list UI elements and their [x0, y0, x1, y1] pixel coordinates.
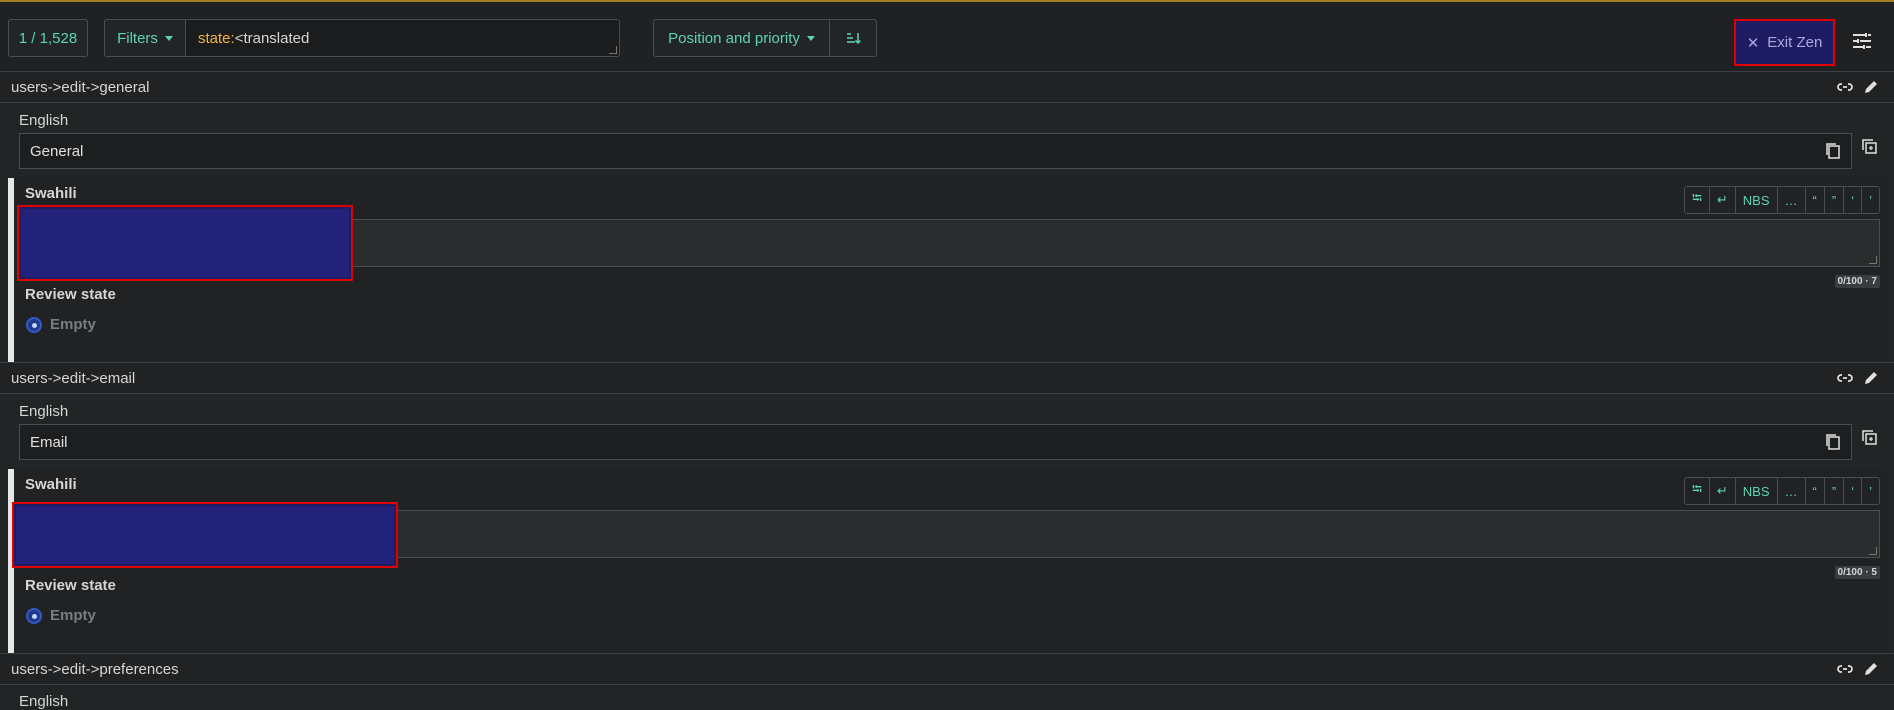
exit-zen-button[interactable]: ✕ Exit Zen — [1734, 19, 1835, 66]
link-icon[interactable] — [1836, 78, 1854, 96]
source-block: English General — [8, 104, 1886, 176]
highlighted-input-region[interactable] — [12, 502, 398, 568]
clone-icon[interactable] — [1861, 429, 1879, 447]
source-text: Email — [30, 434, 68, 451]
settings-tune-icon[interactable] — [1851, 30, 1873, 52]
resize-handle-icon[interactable] — [1869, 547, 1877, 555]
source-text-box: General — [19, 133, 1852, 169]
char-counter: 0/100 · 7 — [1834, 275, 1880, 288]
right-single-quote-button[interactable]: ’ — [1862, 478, 1879, 504]
edit-pencil-icon[interactable] — [1862, 369, 1880, 387]
tab-char-button[interactable]: ⭾ — [1685, 187, 1710, 213]
edit-pencil-icon[interactable] — [1862, 660, 1880, 678]
source-language: English — [19, 693, 69, 710]
left-single-quote-button[interactable]: ‘ — [1844, 478, 1863, 504]
source-text: General — [30, 143, 84, 160]
nbsp-button[interactable]: NBS — [1736, 478, 1778, 504]
unit-key[interactable]: users->edit->general — [11, 79, 149, 96]
chevron-down-icon — [806, 35, 815, 41]
translation-block: Swahili ⭾ ↵ NBS … “ ” ‘ ’ 0/100 · 7 Revi… — [8, 178, 1886, 362]
source-language: English — [19, 112, 69, 129]
target-language: Swahili — [25, 185, 77, 202]
tab-char-button[interactable]: ⭾ — [1685, 478, 1710, 504]
highlight-fill — [21, 209, 349, 277]
clone-icon[interactable] — [1861, 138, 1879, 156]
resize-handle-icon[interactable] — [1869, 256, 1877, 264]
exit-zen-label: Exit Zen — [1767, 34, 1823, 51]
char-counter: 0/100 · 5 — [1834, 566, 1880, 579]
highlight-fill — [16, 506, 394, 564]
left-double-quote-button[interactable]: “ — [1806, 478, 1825, 504]
review-radio[interactable] — [26, 608, 42, 624]
sort-label: Position and priority — [668, 29, 800, 47]
filters-button[interactable]: Filters — [104, 19, 186, 57]
target-language: Swahili — [25, 476, 77, 493]
sort-direction-button[interactable] — [829, 19, 877, 57]
right-double-quote-button[interactable]: ” — [1825, 187, 1845, 213]
unit-header: users->edit->preferences — [0, 653, 1894, 685]
link-icon[interactable] — [1836, 369, 1854, 387]
unit-header: users->edit->email — [0, 362, 1894, 394]
right-double-quote-button[interactable]: ” — [1825, 478, 1845, 504]
edit-pencil-icon[interactable] — [1862, 78, 1880, 96]
right-single-quote-button[interactable]: ’ — [1862, 187, 1879, 213]
source-block: English Email — [8, 395, 1886, 467]
source-text-box: Email — [19, 424, 1852, 460]
review-state-label: Review state — [25, 286, 116, 303]
review-state-label: Review state — [25, 577, 116, 594]
special-chars-toolbar: ⭾ ↵ NBS … “ ” ‘ ’ — [1684, 186, 1880, 214]
copy-icon[interactable] — [1825, 142, 1841, 160]
ellipsis-button[interactable]: … — [1778, 187, 1806, 213]
unit-key[interactable]: users->edit->email — [11, 370, 135, 387]
copy-icon[interactable] — [1825, 433, 1841, 451]
review-option-label: Empty — [50, 607, 96, 624]
chevron-down-icon — [164, 35, 173, 41]
sort-ascending-icon — [847, 33, 861, 45]
filters-label: Filters — [117, 29, 158, 47]
newline-char-button[interactable]: ↵ — [1710, 478, 1736, 504]
review-radio[interactable] — [26, 317, 42, 333]
sort-button[interactable]: Position and priority — [653, 19, 830, 57]
left-double-quote-button[interactable]: “ — [1806, 187, 1825, 213]
review-option-label: Empty — [50, 316, 96, 333]
newline-char-button[interactable]: ↵ — [1710, 187, 1736, 213]
position-counter[interactable]: 1 / 1,528 — [8, 19, 88, 57]
search-query-input[interactable]: state:<translated — [185, 19, 620, 57]
special-chars-toolbar: ⭾ ↵ NBS … “ ” ‘ ’ — [1684, 477, 1880, 505]
source-language: English — [19, 403, 69, 420]
unit-header: users->edit->general — [0, 71, 1894, 103]
unit-key[interactable]: users->edit->preferences — [11, 661, 179, 678]
ellipsis-button[interactable]: … — [1778, 478, 1806, 504]
translation-block: Swahili ⭾ ↵ NBS … “ ” ‘ ’ 0/100 · 5 Revi… — [8, 469, 1886, 653]
query-value: <translated — [234, 30, 310, 47]
nbsp-button[interactable]: NBS — [1736, 187, 1778, 213]
toolbar: 1 / 1,528 Filters state:<translated Posi… — [0, 2, 1894, 72]
left-single-quote-button[interactable]: ‘ — [1844, 187, 1863, 213]
query-key: state: — [198, 30, 235, 47]
resize-handle-icon[interactable] — [609, 46, 617, 54]
highlighted-input-region[interactable] — [17, 205, 353, 281]
link-icon[interactable] — [1836, 660, 1854, 678]
close-icon: ✕ — [1746, 34, 1760, 52]
